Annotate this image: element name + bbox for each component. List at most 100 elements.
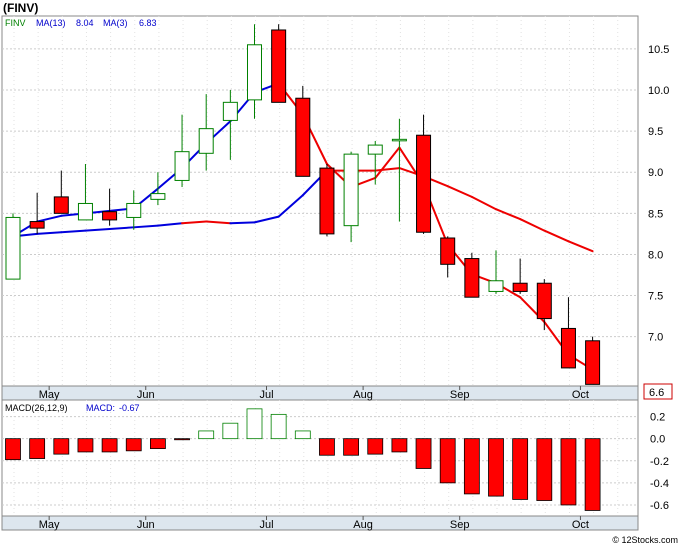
candle-body: [295, 97, 311, 177]
macd-bar: [198, 430, 215, 440]
price-y-tick-label: 9.0: [648, 167, 663, 179]
candle-body: [5, 216, 21, 280]
macd-bar: [174, 438, 190, 441]
candle-body: [150, 193, 166, 200]
watermark: © 12Stocks.com: [612, 535, 678, 545]
candle-body: [391, 138, 407, 142]
candle-body: [440, 237, 456, 265]
candle-body: [247, 44, 262, 101]
chart-title: (FINV): [3, 1, 38, 15]
macd-y-tick-label: -0.4: [650, 478, 669, 490]
macd-bar: [584, 438, 601, 511]
ma-line-segment: [108, 226, 135, 230]
macd-y-tick-label: -0.2: [650, 456, 669, 468]
macd-x-tick-label: Oct: [572, 519, 589, 531]
macd-bar: [463, 438, 480, 495]
price-x-tick-label: Aug: [353, 389, 373, 401]
ma-line-segment: [519, 218, 546, 232]
macd-bar: [294, 430, 311, 440]
macd-bar: [222, 422, 239, 440]
candle-body: [512, 282, 528, 292]
ma-line-segment: [181, 220, 208, 225]
macd-x-tick-label: Sep: [450, 519, 470, 531]
macd-bars: [5, 408, 601, 511]
candle-body: [198, 128, 214, 154]
candle-body: [102, 211, 118, 221]
price-y-tick-label: 8.0: [648, 249, 663, 261]
macd-bar: [5, 438, 21, 461]
price-y-tick-label: 8.5: [648, 208, 663, 220]
candle-body: [343, 153, 359, 227]
macd-x-tick-label: Jul: [259, 519, 273, 531]
candle-body: [222, 101, 238, 121]
price-candles: [5, 24, 601, 385]
macd-bar: [367, 438, 384, 455]
macd-x-tick-label: Aug: [353, 519, 373, 531]
macd-bar: [125, 438, 142, 452]
price-y-tick-label: 10.0: [648, 85, 669, 97]
stock-chart: (FINV) 7.0 7.5 8.0 8.5 9.0 9.5 10.0 10.5 May Jun J…: [1, 1, 678, 545]
ma-line-segment: [374, 167, 401, 172]
price-y-tick-label: 7.0: [648, 332, 663, 344]
candle-body: [271, 29, 287, 103]
candle-body: [488, 280, 504, 292]
macd-bar: [391, 438, 408, 453]
legend-ma13-value: 8.04: [76, 18, 94, 28]
candle-body: [560, 327, 576, 369]
ma-line-segment: [229, 221, 256, 225]
macd-x-tick-label: Jun: [137, 519, 155, 531]
candle-body: [126, 202, 142, 218]
price-x-tick-label: May: [39, 389, 60, 401]
ma-line-segment: [36, 231, 63, 235]
macd-y-tick-label: 0.2: [650, 412, 665, 424]
price-x-tick-label: Oct: [572, 389, 589, 401]
macd-bar: [101, 438, 118, 453]
chart-stage: (FINV) 7.0 7.5 8.0 8.5 9.0 9.5 10.0 10.5 May Jun J…: [0, 0, 680, 546]
ma-line-segment: [132, 224, 159, 229]
price-x-tick-label: Jun: [137, 389, 155, 401]
macd-bar: [439, 438, 456, 484]
ma-line-segment: [156, 222, 184, 227]
macd-bar: [246, 408, 263, 440]
candle-body: [464, 258, 480, 298]
legend-ma13-label: MA(13): [36, 18, 66, 28]
price-y-tick-label: 10.5: [648, 44, 669, 56]
legend-symbol: FINV: [5, 18, 26, 28]
macd-bar: [149, 438, 166, 450]
macd-title: MACD(26,12,9): [5, 403, 68, 413]
macd-bar: [415, 438, 432, 469]
legend-ma3-label: MA(3): [103, 18, 128, 28]
ma-line-segment: [567, 240, 594, 253]
macd-bar: [488, 438, 504, 497]
ma-line-segment: [36, 214, 63, 223]
ma-line-segment: [84, 227, 111, 232]
price-legend: FINV MA(13) 8.04 MA(3) 6.83: [5, 18, 157, 28]
macd-bar: [77, 438, 94, 453]
candle-body: [53, 196, 69, 214]
price-y-tick-label: 9.5: [648, 126, 663, 138]
macd-bar: [560, 438, 577, 506]
legend-ma3-value: 6.83: [139, 18, 157, 28]
macd-bar: [512, 438, 529, 500]
candle-body: [585, 340, 601, 385]
ma-line-segment: [205, 220, 232, 225]
macd-bar: [319, 438, 335, 456]
price-y-tick-label: 7.5: [648, 291, 663, 303]
macd-y-tick-label: 0.0: [650, 434, 665, 446]
macd-x-axis-strip: [1, 515, 639, 531]
price-x-tick-label: Sep: [450, 389, 470, 401]
macd-legend: MACD(26,12,9) MACD: -0.67: [5, 403, 140, 413]
candle-body: [174, 151, 190, 181]
macd-bar: [536, 438, 553, 501]
candle-body: [29, 221, 45, 229]
macd-bar: [29, 438, 46, 459]
ma-line-segment: [60, 229, 87, 234]
price-x-axis-strip: [1, 385, 639, 401]
candle-body: [319, 167, 335, 235]
macd-y-tick-label: -0.6: [650, 500, 669, 512]
macd-bar: [53, 438, 70, 455]
ma-line-segment: [446, 185, 473, 198]
last-price-tag: 6.6: [643, 383, 673, 400]
candle-body: [367, 144, 383, 155]
candle-body: [416, 134, 432, 233]
